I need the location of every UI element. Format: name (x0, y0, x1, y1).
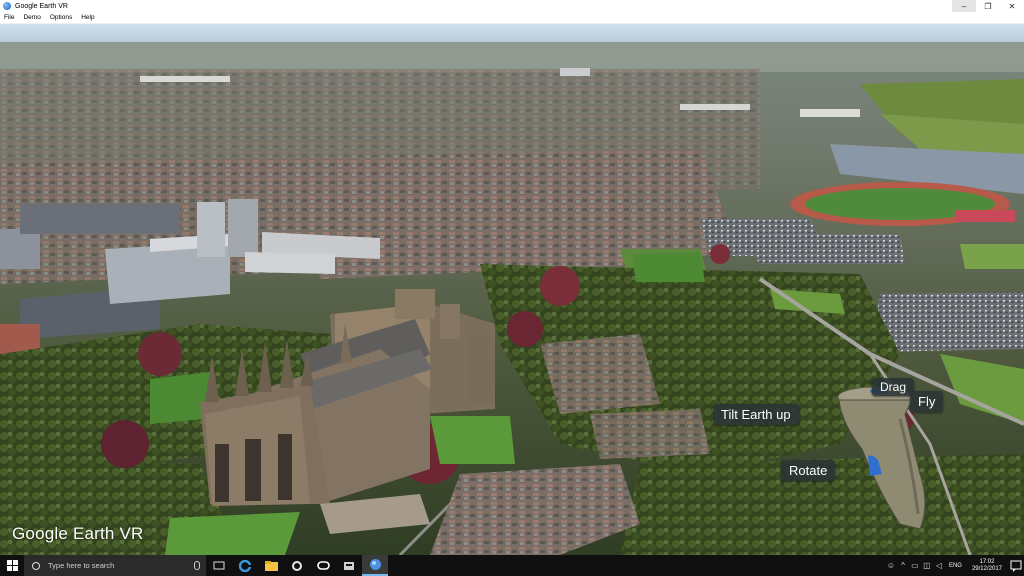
task-view-icon[interactable] (206, 555, 232, 576)
tip-tilt-earth-up: Tilt Earth up (713, 404, 799, 425)
window-controls: – ❐ ✕ (952, 0, 1024, 12)
file-explorer-icon[interactable] (258, 555, 284, 576)
tip-drag: Drag (872, 378, 915, 396)
chevron-up-icon[interactable]: ^ (897, 555, 909, 576)
close-button[interactable]: ✕ (1000, 0, 1024, 12)
windows-taskbar: Type here to search ☺ ^ ▭ ◫ ◁ ENG 17:02 … (0, 555, 1024, 576)
title-bar: Google Earth VR – ❐ ✕ (0, 0, 1024, 12)
clock[interactable]: 17:02 29/12/2017 (972, 559, 1002, 573)
oculus-icon[interactable] (310, 555, 336, 576)
clock-date: 29/12/2017 (971, 565, 1002, 572)
window-title: Google Earth VR (15, 2, 68, 10)
google-earth-vr-logo: Google Earth VR (12, 524, 144, 543)
google-earth-vr-taskbar-icon[interactable] (362, 555, 388, 576)
language-indicator[interactable]: ENG (949, 563, 962, 569)
microphone-icon[interactable] (194, 561, 200, 570)
google-earth-icon (3, 2, 11, 10)
edge-browser-icon[interactable] (232, 555, 258, 576)
app-icon-gear[interactable] (284, 555, 310, 576)
start-button[interactable] (0, 555, 24, 576)
battery-icon[interactable]: ▭ (909, 555, 921, 576)
volume-icon[interactable]: ◁ (933, 555, 945, 576)
steamvr-icon[interactable] (336, 555, 362, 576)
system-tray: ☺ ^ ▭ ◫ ◁ ENG 17:02 29/12/2017 (885, 555, 1024, 576)
action-center-icon[interactable] (1008, 555, 1024, 576)
clock-time: 17:02 (979, 558, 995, 565)
menu-demo[interactable]: Demo (19, 14, 45, 21)
menu-help[interactable]: Help (77, 14, 99, 21)
maximize-button[interactable]: ❐ (976, 0, 1000, 12)
windows-logo-icon (6, 560, 18, 571)
search-icon (32, 561, 40, 570)
earth-viewport[interactable]: Google Earth VR Drag Fly Tilt Earth up R… (0, 24, 1024, 555)
people-icon[interactable]: ☺ (885, 555, 897, 576)
taskbar-search-input[interactable]: Type here to search (24, 555, 206, 576)
menu-options[interactable]: Options (46, 14, 77, 21)
menu-file[interactable]: File (0, 14, 19, 21)
network-icon[interactable]: ◫ (921, 555, 933, 576)
search-placeholder: Type here to search (48, 561, 115, 570)
tip-fly: Fly (910, 391, 944, 412)
tip-rotate: Rotate (781, 460, 836, 481)
minimize-button[interactable]: – (952, 0, 976, 12)
menu-bar: File Demo Options Help (0, 12, 1024, 24)
aerial-scene (0, 24, 1024, 555)
